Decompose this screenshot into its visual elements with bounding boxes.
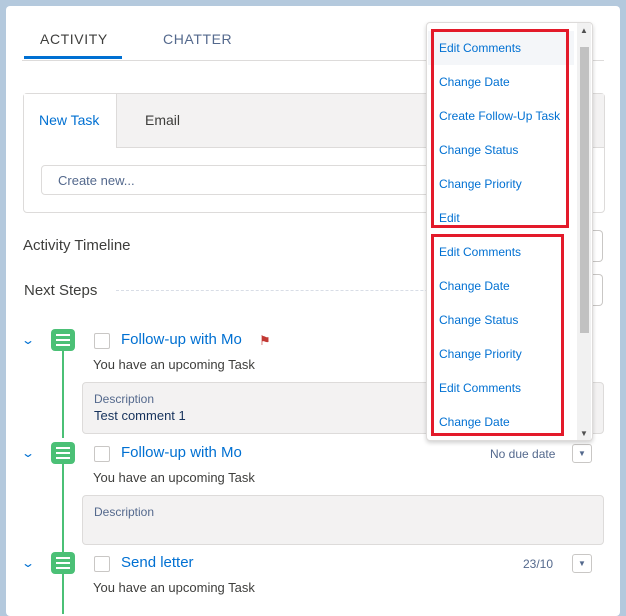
task-icon bbox=[51, 552, 75, 574]
menu-scrollbar[interactable]: ▲ ▼ bbox=[577, 23, 591, 440]
chevron-down-icon[interactable]: ⌄ bbox=[21, 446, 35, 460]
timeline-line bbox=[62, 574, 64, 614]
task-title-link[interactable]: Send letter bbox=[121, 554, 194, 571]
tab-activity[interactable]: ACTIVITY bbox=[40, 31, 108, 47]
scroll-up-arrow-icon[interactable]: ▲ bbox=[580, 26, 588, 35]
task-subtitle: You have an upcoming Task bbox=[93, 357, 255, 372]
chevron-down-icon[interactable]: ⌄ bbox=[21, 333, 35, 347]
task-checkbox[interactable] bbox=[94, 446, 110, 462]
timeline-line bbox=[62, 464, 64, 552]
task-title-link[interactable]: Follow-up with Mo bbox=[121, 444, 242, 461]
composer-tab-new-task-label: New Task bbox=[39, 112, 100, 128]
task-icon bbox=[51, 442, 75, 464]
task-subtitle: You have an upcoming Task bbox=[93, 580, 255, 595]
task-actions-dropdown[interactable]: ▼ bbox=[572, 554, 592, 573]
flag-icon: ⚑ bbox=[259, 333, 271, 348]
task-actions-dropdown[interactable]: ▼ bbox=[572, 444, 592, 463]
description-label: Description bbox=[94, 505, 155, 519]
task-icon bbox=[51, 329, 75, 351]
task-checkbox[interactable] bbox=[94, 556, 110, 572]
next-steps-heading: Next Steps bbox=[24, 282, 98, 299]
scrollbar-thumb[interactable] bbox=[580, 47, 589, 333]
task-description-box: Description bbox=[82, 495, 604, 545]
timeline-line bbox=[62, 350, 64, 438]
activity-timeline-title: Activity Timeline bbox=[23, 237, 131, 254]
description-text: Test comment 1 bbox=[94, 408, 186, 423]
highlight-box-first-group bbox=[431, 29, 569, 228]
description-label: Description bbox=[94, 392, 155, 406]
triangle-down-icon: ▼ bbox=[578, 559, 586, 568]
composer-tab-new-task[interactable]: New Task bbox=[24, 94, 117, 148]
task-checkbox[interactable] bbox=[94, 333, 110, 349]
task-due-date: 23/10 bbox=[523, 557, 554, 571]
task-due-date: No due date bbox=[490, 447, 556, 461]
triangle-down-icon: ▼ bbox=[578, 449, 586, 458]
highlight-box-second-group bbox=[431, 234, 564, 436]
active-tab-indicator bbox=[24, 56, 122, 59]
task-title-link[interactable]: Follow-up with Mo bbox=[121, 331, 242, 348]
scroll-down-arrow-icon[interactable]: ▼ bbox=[580, 429, 588, 438]
tab-chatter[interactable]: CHATTER bbox=[163, 31, 232, 47]
chevron-down-icon[interactable]: ⌄ bbox=[21, 556, 35, 570]
composer-tab-email[interactable]: Email bbox=[145, 112, 180, 128]
task-subtitle: You have an upcoming Task bbox=[93, 470, 255, 485]
